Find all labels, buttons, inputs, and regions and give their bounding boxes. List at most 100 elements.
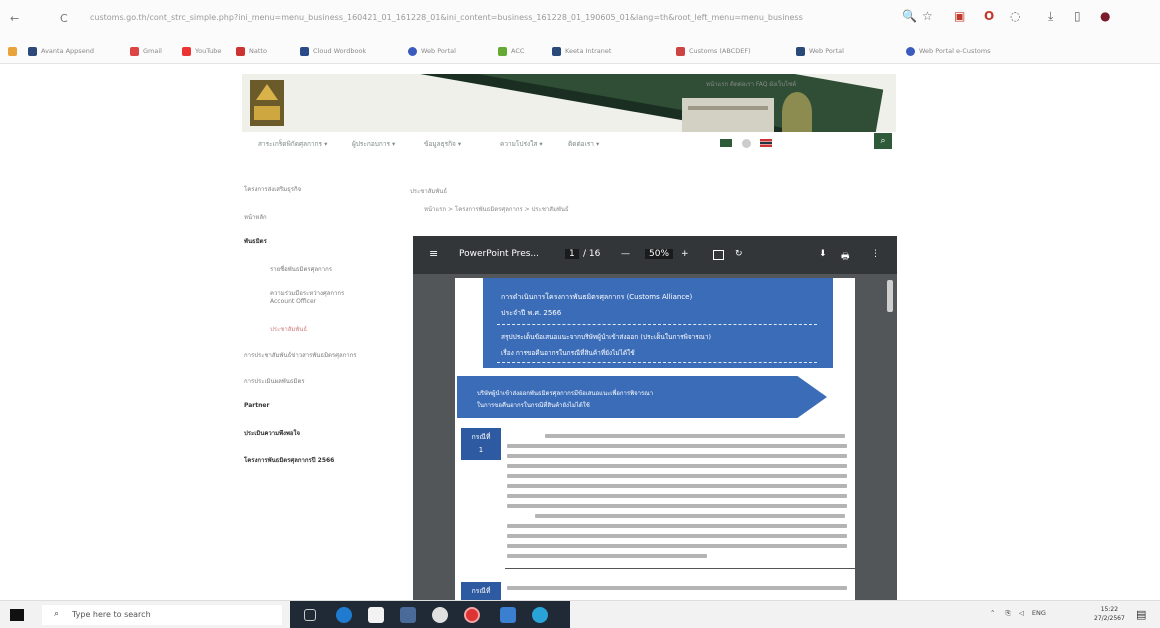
sidebar-icon[interactable]: ▯ [1074,9,1081,23]
leftmenu-item[interactable]: การประเมินผลพันธมิตร [244,376,305,386]
download-icon[interactable]: ⬇ [819,249,827,259]
mail-icon[interactable] [368,607,384,623]
text-line [507,534,847,538]
fit-page-icon[interactable] [713,250,724,260]
bookmark-item[interactable]: Customs (ABCDEF) [676,45,751,57]
settings-icon[interactable] [742,139,751,148]
app-icon[interactable] [532,607,548,623]
chevron-up-icon[interactable]: ⌃ [990,609,995,617]
nav-item[interactable]: ผู้ประกอบการ ▾ [352,139,395,149]
building-image [682,98,774,132]
pdf-topic: เรื่อง การขอคืนอากรในกรณีที่สินค้าที่ยัง… [501,349,635,357]
text-line [535,514,845,518]
case-tag: กรณีที่ 1 [461,428,501,460]
pdf-toolbar: ≡ PowerPoint Pres... 1 / 16 — 50% + ↻ ⬇ … [413,236,897,274]
print-icon[interactable]: 🖶 [841,249,850,265]
leftmenu-item[interactable]: โครงการพันธมิตรศุลกากรปี 2566 [244,455,334,465]
bookmark-item[interactable]: Web Portal [408,45,456,57]
leftmenu-item[interactable]: โครงการส่งเสริมธุรกิจ [244,184,301,194]
bookmark-item[interactable]: Gmail [130,45,162,57]
chrome-active-icon[interactable] [464,607,480,623]
chrome-icon[interactable] [432,607,448,623]
notifications-icon[interactable]: ▤ [1136,608,1146,621]
language-flag-icon[interactable] [760,139,772,147]
system-tray: ⌃ ⎘ ◁ ENG [990,609,1046,618]
leftmenu-item[interactable]: Partner [244,402,269,409]
nav-item[interactable]: ติดต่อเรา ▾ [568,139,599,149]
more-icon[interactable]: ⋮ [871,249,880,259]
accessibility-icon[interactable] [720,139,732,147]
case-label: กรณีที่ [471,433,491,441]
leftmenu-item[interactable]: การประชาสัมพันธ์ข่าวสารพันธมิตรศุลกากร [244,350,357,360]
edge-icon[interactable] [336,607,352,623]
leftmenu-item[interactable]: รายชื่อพันธมิตรศุลกากร [270,264,332,274]
extension-icon[interactable]: ▣ [954,9,965,23]
pdf-header-box: การดำเนินการโครงการพันธมิตรศุลกากร (Cust… [483,278,833,368]
menu-icon[interactable]: ≡ [429,247,438,260]
taskbar-clock[interactable]: 15:22 27/2/2567 [1094,605,1125,623]
leftmenu-item-active[interactable]: ประชาสัมพันธ์ [270,324,307,334]
apps-icon[interactable] [8,45,21,57]
leftmenu-item[interactable]: พันธมิตร [244,236,267,246]
bookmark-item[interactable]: Web Portal [796,45,844,57]
leftmenu-item[interactable]: Account Officer [270,298,316,305]
leftmenu-item[interactable]: ความร่วมมือระหว่างศุลกากร [270,288,344,298]
pdf-arrow-text: ในการขอคืนอากรในกรณีที่สินค้ายังไม่ได้ใช… [477,402,590,409]
text-line [545,434,845,438]
pdf-scrollbar[interactable] [887,280,893,312]
page-number-input[interactable]: 1 [565,249,579,259]
volume-icon[interactable]: ◁ [1019,609,1024,617]
text-line [507,524,847,528]
bookmark-item[interactable]: Web Portal e-Customs [906,45,991,57]
clock-date: 27/2/2567 [1094,615,1125,622]
breadcrumb[interactable]: หน้าแรก > โครงการพันธมิตรศุลกากร > ประชา… [424,204,569,214]
zoom-level[interactable]: 50% [645,249,674,259]
pdf-arrow-banner: บริษัทผู้นำเข้าส่งออกพันธมิตรศุลกากรมีข้… [457,376,827,418]
clock-time: 15:22 [1100,606,1119,613]
page-total: / 16 [583,249,601,259]
nav-item[interactable]: ความโปร่งใส ▾ [500,139,543,149]
top-links[interactable]: หน้าแรก ติดต่อเรา FAQ ผังเว็บไซต์ [706,79,796,89]
leftmenu-item[interactable]: หน้าหลัก [244,212,267,222]
customs-logo[interactable] [250,80,284,126]
extension-icon[interactable]: ◌ [1010,9,1020,23]
zoom-icon[interactable]: 🔍 [902,9,917,23]
text-line [507,464,847,468]
search-button[interactable]: ⌕ [874,133,892,149]
leftmenu-item[interactable]: ประเมินความพึงพอใจ [244,428,300,438]
url-field[interactable]: customs.go.th/cont_strc_simple.php?ini_m… [90,13,880,22]
pdf-title: PowerPoint Pres... [459,249,539,259]
zoom-in-button[interactable]: + [681,249,689,259]
pdf-viewer[interactable]: ≡ PowerPoint Pres... 1 / 16 — 50% + ↻ ⬇ … [413,236,897,608]
bookmark-item[interactable]: ACC [498,45,524,57]
nav-item[interactable]: สาระเกร็ดพิกัดศุลกากร ▾ [258,139,327,149]
text-line [507,504,847,508]
taskbar-search[interactable]: ⌕ Type here to search [42,605,282,625]
opera-icon[interactable]: O [984,9,994,23]
pdf-subheading: ประจำปี พ.ศ. 2566 [501,309,562,317]
reload-icon[interactable]: C [60,12,68,25]
download-icon[interactable]: ⤓ [1048,9,1053,24]
input-language[interactable]: ENG [1032,609,1046,617]
bookmark-item[interactable]: Avanta Appsend [28,45,94,57]
text-line [507,484,847,488]
rotate-icon[interactable]: ↻ [735,249,743,259]
file-explorer-icon[interactable] [400,607,416,623]
back-icon[interactable]: ← [10,12,19,25]
windows-start-icon[interactable] [10,609,24,621]
pdf-summary: สรุปประเด็นข้อเสนอแนะจากบริษัทผู้นำเข้าส… [501,333,712,341]
bookmark-item[interactable]: Natto [236,45,267,57]
task-view-icon[interactable] [304,609,316,621]
pdf-heading: การดำเนินการโครงการพันธมิตรศุลกากร (Cust… [501,293,693,301]
teams-icon[interactable] [500,607,516,623]
bookmark-item[interactable]: Cloud Wordbook [300,45,366,57]
bookmark-item[interactable]: Keeta Intranet [552,45,611,57]
zoom-out-button[interactable]: — [621,249,630,259]
bookmark-item[interactable]: YouTube [182,45,221,57]
bookmark-star-icon[interactable]: ☆ [922,9,933,23]
network-icon[interactable]: ⎘ [1006,609,1011,617]
pdf-arrow-text: บริษัทผู้นำเข้าส่งออกพันธมิตรศุลกากรมีข้… [477,390,654,397]
nav-item[interactable]: ข้อมูลธุรกิจ ▾ [424,139,461,149]
profile-icon[interactable]: ● [1100,9,1110,23]
search-icon: ⌕ [54,609,60,619]
